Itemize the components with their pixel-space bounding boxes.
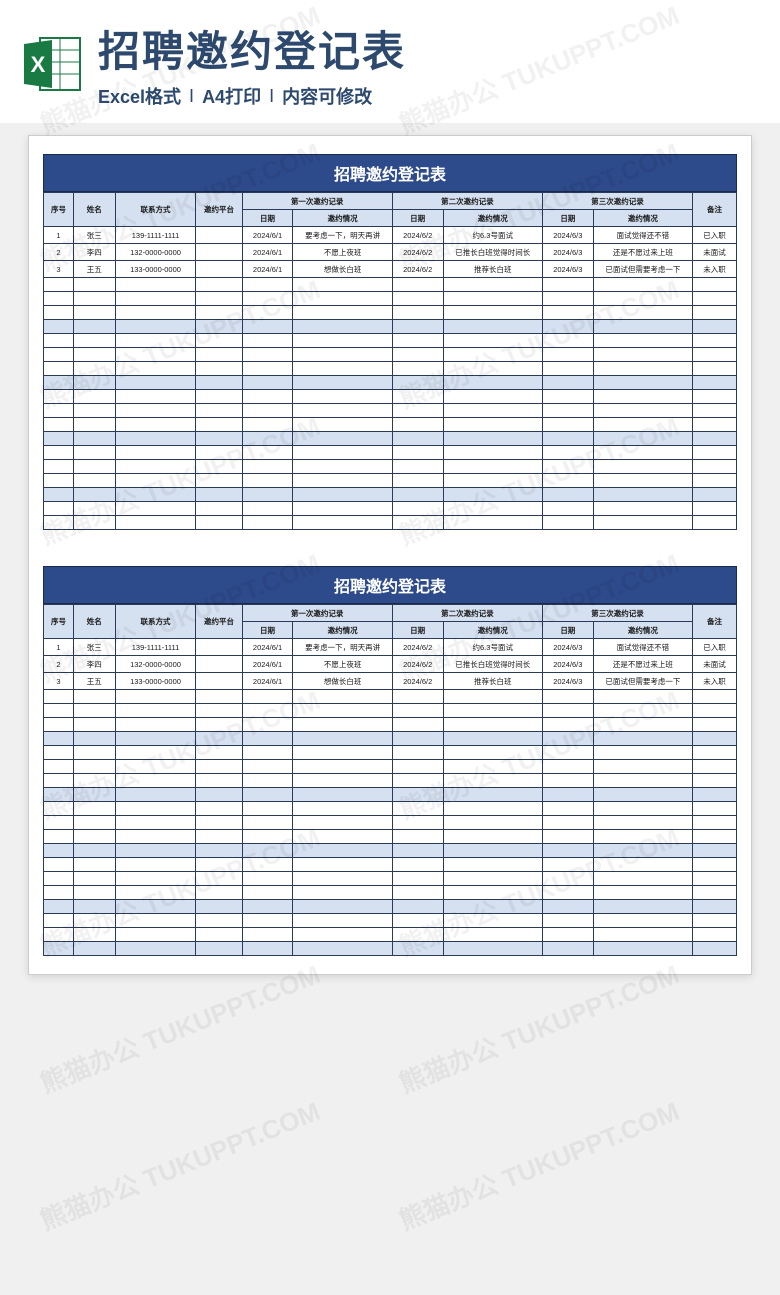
- table-row: 1张三139-1111-11112024/6/1要考虑一下，明天再讲2024/6…: [44, 227, 737, 244]
- col-date2: 日期: [392, 210, 443, 227]
- table-row: [44, 760, 737, 774]
- col-sit2: 邀约情况: [443, 210, 542, 227]
- col-date1: 日期: [242, 210, 293, 227]
- col-seq: 序号: [44, 605, 74, 639]
- col-group3: 第三次邀约记录: [542, 605, 692, 622]
- table-row: [44, 446, 737, 460]
- table-row: [44, 474, 737, 488]
- col-name: 姓名: [74, 605, 116, 639]
- col-seq: 序号: [44, 193, 74, 227]
- table-row: [44, 802, 737, 816]
- table-row: [44, 914, 737, 928]
- col-sit1: 邀约情况: [293, 210, 392, 227]
- table-row: [44, 306, 737, 320]
- sheet-title: 招聘邀约登记表: [43, 154, 737, 192]
- table-row: [44, 488, 737, 502]
- table-row: [44, 348, 737, 362]
- page-header: X 招聘邀约登记表 Excel格式 I A4打印 I 内容可修改: [0, 0, 780, 123]
- table-row: [44, 774, 737, 788]
- col-name: 姓名: [74, 193, 116, 227]
- table-row: 2李四132-0000-00002024/6/1不愿上夜班2024/6/2已推长…: [44, 244, 737, 261]
- table-row: [44, 718, 737, 732]
- table-row: [44, 432, 737, 446]
- table-row: [44, 292, 737, 306]
- col-sit3: 邀约情况: [593, 622, 692, 639]
- table-row: 1张三139-1111-11112024/6/1要考虑一下，明天再讲2024/6…: [44, 639, 737, 656]
- table-row: [44, 278, 737, 292]
- registration-table: 序号姓名联系方式邀约平台第一次邀约记录第二次邀约记录第三次邀约记录备注日期邀约情…: [43, 192, 737, 530]
- col-group3: 第三次邀约记录: [542, 193, 692, 210]
- col-date3: 日期: [542, 210, 593, 227]
- col-sit1: 邀约情况: [293, 622, 392, 639]
- table-row: [44, 516, 737, 530]
- svg-text:X: X: [31, 52, 46, 77]
- table-row: [44, 362, 737, 376]
- col-phone: 联系方式: [115, 605, 196, 639]
- divider-icon: I: [189, 86, 194, 107]
- table-row: [44, 816, 737, 830]
- table-row: [44, 460, 737, 474]
- excel-icon: X: [20, 32, 84, 96]
- table-row: [44, 746, 737, 760]
- table-row: [44, 320, 737, 334]
- table-row: [44, 390, 737, 404]
- table-row: [44, 844, 737, 858]
- table-row: [44, 334, 737, 348]
- page-title: 招聘邀约登记表: [98, 18, 760, 79]
- table-row: [44, 690, 737, 704]
- col-group2: 第二次邀约记录: [392, 605, 542, 622]
- col-date1: 日期: [242, 622, 293, 639]
- col-phone: 联系方式: [115, 193, 196, 227]
- document-preview: 招聘邀约登记表序号姓名联系方式邀约平台第一次邀约记录第二次邀约记录第三次邀约记录…: [28, 135, 752, 975]
- col-remark: 备注: [693, 605, 737, 639]
- table-row: [44, 900, 737, 914]
- col-remark: 备注: [693, 193, 737, 227]
- sheet-title: 招聘邀约登记表: [43, 566, 737, 604]
- divider-icon: I: [269, 86, 274, 107]
- table-row: [44, 830, 737, 844]
- col-platform: 邀约平台: [196, 193, 242, 227]
- feature-a4: A4打印: [202, 83, 261, 109]
- table-row: [44, 376, 737, 390]
- table-row: [44, 502, 737, 516]
- page-subtitle-row: Excel格式 I A4打印 I 内容可修改: [98, 83, 760, 109]
- table-row: [44, 418, 737, 432]
- table-row: 3王五133-0000-00002024/6/1想做长白班2024/6/2推荐长…: [44, 261, 737, 278]
- table-row: [44, 788, 737, 802]
- col-platform: 邀约平台: [196, 605, 242, 639]
- table-row: [44, 732, 737, 746]
- col-date2: 日期: [392, 622, 443, 639]
- col-group1: 第一次邀约记录: [242, 605, 392, 622]
- title-block: 招聘邀约登记表 Excel格式 I A4打印 I 内容可修改: [98, 18, 760, 109]
- table-row: [44, 858, 737, 872]
- table-row: 3王五133-0000-00002024/6/1想做长白班2024/6/2推荐长…: [44, 673, 737, 690]
- col-date3: 日期: [542, 622, 593, 639]
- col-group1: 第一次邀约记录: [242, 193, 392, 210]
- col-group2: 第二次邀约记录: [392, 193, 542, 210]
- table-row: [44, 704, 737, 718]
- table-row: [44, 928, 737, 942]
- col-sit3: 邀约情况: [593, 210, 692, 227]
- feature-excel: Excel格式: [98, 83, 181, 109]
- table-row: [44, 886, 737, 900]
- registration-table: 序号姓名联系方式邀约平台第一次邀约记录第二次邀约记录第三次邀约记录备注日期邀约情…: [43, 604, 737, 956]
- table-row: [44, 872, 737, 886]
- table-row: [44, 404, 737, 418]
- col-sit2: 邀约情况: [443, 622, 542, 639]
- table-row: [44, 942, 737, 956]
- table-row: 2李四132-0000-00002024/6/1不愿上夜班2024/6/2已推长…: [44, 656, 737, 673]
- feature-editable: 内容可修改: [282, 83, 372, 109]
